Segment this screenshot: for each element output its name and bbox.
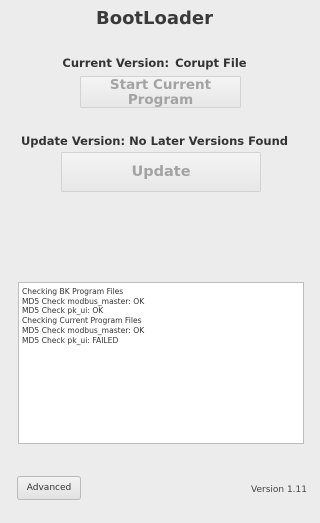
log-line: MD5 Check pk_ui: FAILED xyxy=(22,335,119,345)
log-line: MD5 Check pk_ui: OK xyxy=(22,306,104,316)
advanced-button[interactable]: Advanced xyxy=(17,476,81,500)
start-button-label-line2: Program xyxy=(127,92,194,108)
version-label: Version 1.11 xyxy=(251,485,307,495)
update-version-label: Update Version: xyxy=(20,134,126,148)
log-line: MD5 Check modbus_master: OK xyxy=(22,296,145,306)
current-version-value: Corupt File xyxy=(175,56,247,70)
update-version-value: No Later Versions Found xyxy=(129,134,289,148)
app-title: BootLoader xyxy=(95,8,213,29)
current-version-row: Current Version: Corupt File xyxy=(0,56,309,70)
log-line: Checking Current Program Files xyxy=(22,316,142,326)
log-line: MD5 Check modbus_master: OK xyxy=(22,325,145,335)
log-output-textbox[interactable]: Checking BK Program Files MD5 Check modb… xyxy=(18,282,304,444)
current-version-label: Current Version: xyxy=(62,56,170,70)
start-current-program-button[interactable]: Start Current Program xyxy=(80,76,241,108)
start-button-label-line1: Start Current xyxy=(109,77,212,93)
update-button[interactable]: Update xyxy=(61,152,261,192)
log-line: Checking BK Program Files xyxy=(22,287,124,296)
update-version-row: Update Version: No Later Versions Found xyxy=(0,134,309,148)
